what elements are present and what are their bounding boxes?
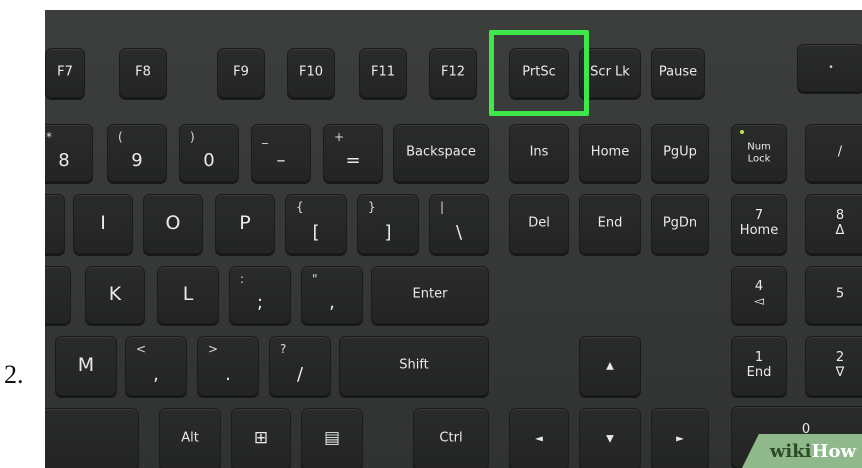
keyboard-photo: F7 F8 F9 F10 F11 F12 PrtSc Scr Lk Pause … — [45, 10, 862, 468]
key-f9: F9 — [217, 48, 265, 98]
key-windows: ⊞ — [231, 408, 291, 468]
key-f11: F11 — [359, 48, 407, 98]
key-l: L — [157, 266, 219, 324]
key-m: M — [55, 336, 117, 396]
key-num8: 8 Δ — [805, 194, 862, 254]
step-number: 2. — [4, 360, 24, 389]
key-num1: 1 End — [731, 336, 787, 396]
key-slash: ? / — [269, 336, 331, 396]
key-alt: Alt — [159, 408, 221, 468]
key-menu: ▤ — [301, 408, 363, 468]
key-corner: • — [797, 44, 862, 92]
key-f10: F10 — [287, 48, 335, 98]
key-rbracket: }] — [357, 194, 419, 254]
key-lbracket: {[ — [285, 194, 347, 254]
key-quote: ", — [301, 266, 363, 324]
key-num-slash: / — [805, 124, 862, 182]
key-backslash: | \ — [429, 194, 489, 254]
key-pause: Pause — [651, 48, 705, 98]
key-comma: <, — [125, 336, 187, 396]
key-backspace: Backspace — [393, 124, 489, 182]
key-left-partial — [45, 194, 65, 254]
key-enter: Enter — [371, 266, 489, 324]
key-num4: 4 ◅ — [731, 266, 787, 324]
key-8: * 8 — [45, 124, 93, 182]
key-arrow-right: ► — [651, 408, 709, 468]
key-ins: Ins — [509, 124, 569, 182]
key-end: End — [579, 194, 641, 254]
key-bottom-left-partial — [45, 408, 139, 468]
key-k: K — [85, 266, 145, 324]
key-ctrl: Ctrl — [413, 408, 489, 468]
windows-icon: ⊞ — [253, 428, 269, 449]
key-p: P — [215, 194, 275, 254]
key-o: O — [143, 194, 203, 254]
key-f7: F7 — [45, 48, 85, 98]
key-arrow-down: ▼ — [579, 408, 641, 468]
key-num7: 7 Home — [731, 194, 787, 254]
key-arrow-left: ◄ — [509, 408, 569, 468]
key-equals: + = — [323, 124, 383, 182]
wikihow-watermark: wiki How — [742, 434, 862, 468]
numlock-indicator — [740, 130, 744, 134]
prtsc-highlight — [489, 30, 589, 116]
key-j-partial — [45, 266, 71, 324]
key-minus: _ – — [251, 124, 311, 182]
key-f8: F8 — [119, 48, 167, 98]
key-0: ) 0 — [179, 124, 239, 182]
key-f12: F12 — [429, 48, 477, 98]
key-i: I — [73, 194, 133, 254]
key-period: >. — [197, 336, 259, 396]
key-semicolon: :; — [229, 266, 291, 324]
key-del: Del — [509, 194, 569, 254]
key-home: Home — [579, 124, 641, 182]
key-9: (9 — [107, 124, 167, 182]
key-shift: Shift — [339, 336, 489, 396]
key-pgdn: PgDn — [651, 194, 709, 254]
key-num5: 5 — [805, 266, 862, 324]
key-arrow-up: ▲ — [579, 336, 641, 396]
key-num2: 2 ∇ — [805, 336, 862, 396]
menu-icon: ▤ — [323, 428, 341, 449]
key-pgup: PgUp — [651, 124, 709, 182]
